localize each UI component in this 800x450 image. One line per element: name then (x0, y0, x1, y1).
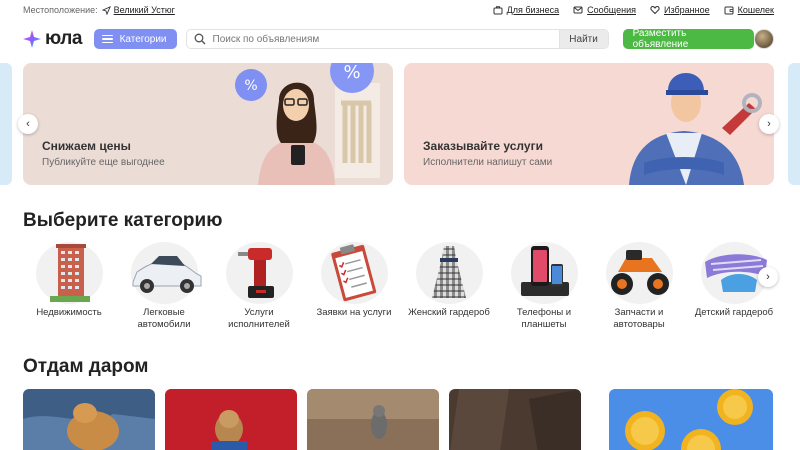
location-label: Местоположение: (23, 5, 98, 15)
search-input[interactable] (212, 33, 559, 45)
promo-banner-title: Снижаем цены (42, 139, 131, 153)
avatar[interactable] (754, 29, 774, 49)
topbar: Местоположение: Великий Устюг Для бизнес… (23, 3, 774, 17)
wallet-link[interactable]: Кошелек (724, 5, 774, 15)
category-label: Запчасти и автотовары (613, 307, 665, 330)
category-item-autoparts[interactable]: Запчасти и автотовары (593, 242, 685, 331)
atv-icon (610, 250, 669, 295)
sled-icon (704, 254, 767, 292)
promo-banner-services[interactable]: Заказывайте услуги Исполнители напишут с… (404, 63, 774, 185)
category-item-women-clothes[interactable]: Женский гардероб (403, 242, 495, 319)
promo-banner-title: Заказывайте услуги (423, 139, 543, 153)
search-icon (187, 33, 213, 45)
free-item-card[interactable] (307, 389, 439, 450)
business-link-label: Для бизнеса (506, 5, 560, 15)
item-photo (307, 389, 439, 450)
top-links: Для бизнеса Сообщения Избранное Кошелек (493, 5, 774, 15)
drill-icon (237, 248, 274, 298)
free-section-title: Отдам даром (23, 356, 149, 377)
menu-icon (101, 34, 113, 44)
categories-section-title: Выберите категорию (23, 210, 223, 231)
favorites-link[interactable]: Избранное (650, 5, 710, 15)
search-bar: Найти (185, 29, 609, 49)
category-label: Легковые автомобили (137, 307, 191, 330)
categories-button-label: Категории (119, 33, 167, 45)
search-button[interactable]: Найти (558, 30, 608, 48)
category-label: Детский гардероб (694, 307, 774, 318)
logo-star-icon (23, 30, 41, 48)
item-photo (23, 389, 155, 450)
category-item-phones[interactable]: Телефоны и планшеты (498, 242, 590, 331)
dress-icon (431, 246, 466, 298)
wallet-link-label: Кошелек (737, 5, 774, 15)
category-item-realty[interactable]: Недвижимость (23, 242, 115, 319)
phone-icon (520, 246, 569, 296)
categories-next-button[interactable]: › (758, 267, 778, 287)
wallet-icon (724, 6, 734, 15)
promo-carousel: % % Снижаем цены Публикуйте еще выгоднее… (0, 63, 800, 185)
location-link[interactable]: Великий Устюг (101, 5, 175, 15)
post-ad-button[interactable]: Разместить объявление (622, 28, 755, 50)
header: юла Категории Найти Разместить объявлени… (23, 24, 774, 54)
category-label: Женский гардероб (408, 307, 490, 318)
promo-banner-subtitle: Исполнители напишут сами (423, 157, 553, 168)
category-label: Услуги исполнителей (228, 307, 290, 330)
category-list: Недвижимость Легковые автомобили Услуги … (23, 242, 783, 332)
category-item-requests[interactable]: Заявки на услуги (308, 242, 400, 319)
messages-link[interactable]: Сообщения (573, 5, 636, 15)
svg-text:%: % (343, 63, 360, 83)
free-item-card[interactable] (23, 389, 155, 450)
heart-icon (650, 5, 660, 15)
category-label: Недвижимость (36, 307, 102, 318)
svg-text:%: % (244, 78, 257, 94)
location-arrow-icon (101, 5, 111, 15)
location-value: Великий Устюг (113, 5, 175, 15)
clipboard-icon (330, 244, 376, 302)
envelope-icon (573, 6, 583, 14)
chevron-right-icon: › (766, 271, 770, 283)
item-photo (165, 389, 297, 450)
briefcase-icon (493, 6, 503, 15)
logo-text: юла (45, 28, 82, 49)
promo-banner-subtitle: Публикуйте еще выгоднее (42, 157, 165, 168)
category-label: Телефоны и планшеты (516, 307, 572, 330)
item-photo (449, 389, 581, 450)
free-item-card[interactable] (165, 389, 297, 450)
business-link[interactable]: Для бизнеса (493, 5, 560, 15)
category-label: Заявки на услуги (316, 307, 392, 318)
carousel-edge-left (0, 63, 12, 185)
categories-button[interactable]: Категории (93, 29, 177, 49)
category-item-cars[interactable]: Легковые автомобили (118, 242, 210, 331)
carousel-prev-button[interactable]: ‹ (18, 114, 38, 134)
free-items-list (23, 389, 783, 450)
carousel-next-button[interactable]: › (759, 114, 779, 134)
free-promo-card[interactable] (609, 389, 773, 450)
carousel-edge-right (788, 63, 800, 185)
building-icon (49, 244, 90, 302)
logo[interactable]: юла (23, 28, 83, 50)
free-item-card[interactable] (449, 389, 581, 450)
favorites-link-label: Избранное (664, 5, 710, 15)
promo-banner-prices[interactable]: % % Снижаем цены Публикуйте еще выгоднее (23, 63, 393, 185)
category-item-services[interactable]: Услуги исполнителей (213, 242, 305, 331)
messages-link-label: Сообщения (587, 5, 636, 15)
chevron-left-icon: ‹ (26, 118, 30, 130)
chevron-right-icon: › (767, 118, 771, 130)
car-icon (132, 256, 201, 293)
coins-illustration (609, 389, 773, 450)
